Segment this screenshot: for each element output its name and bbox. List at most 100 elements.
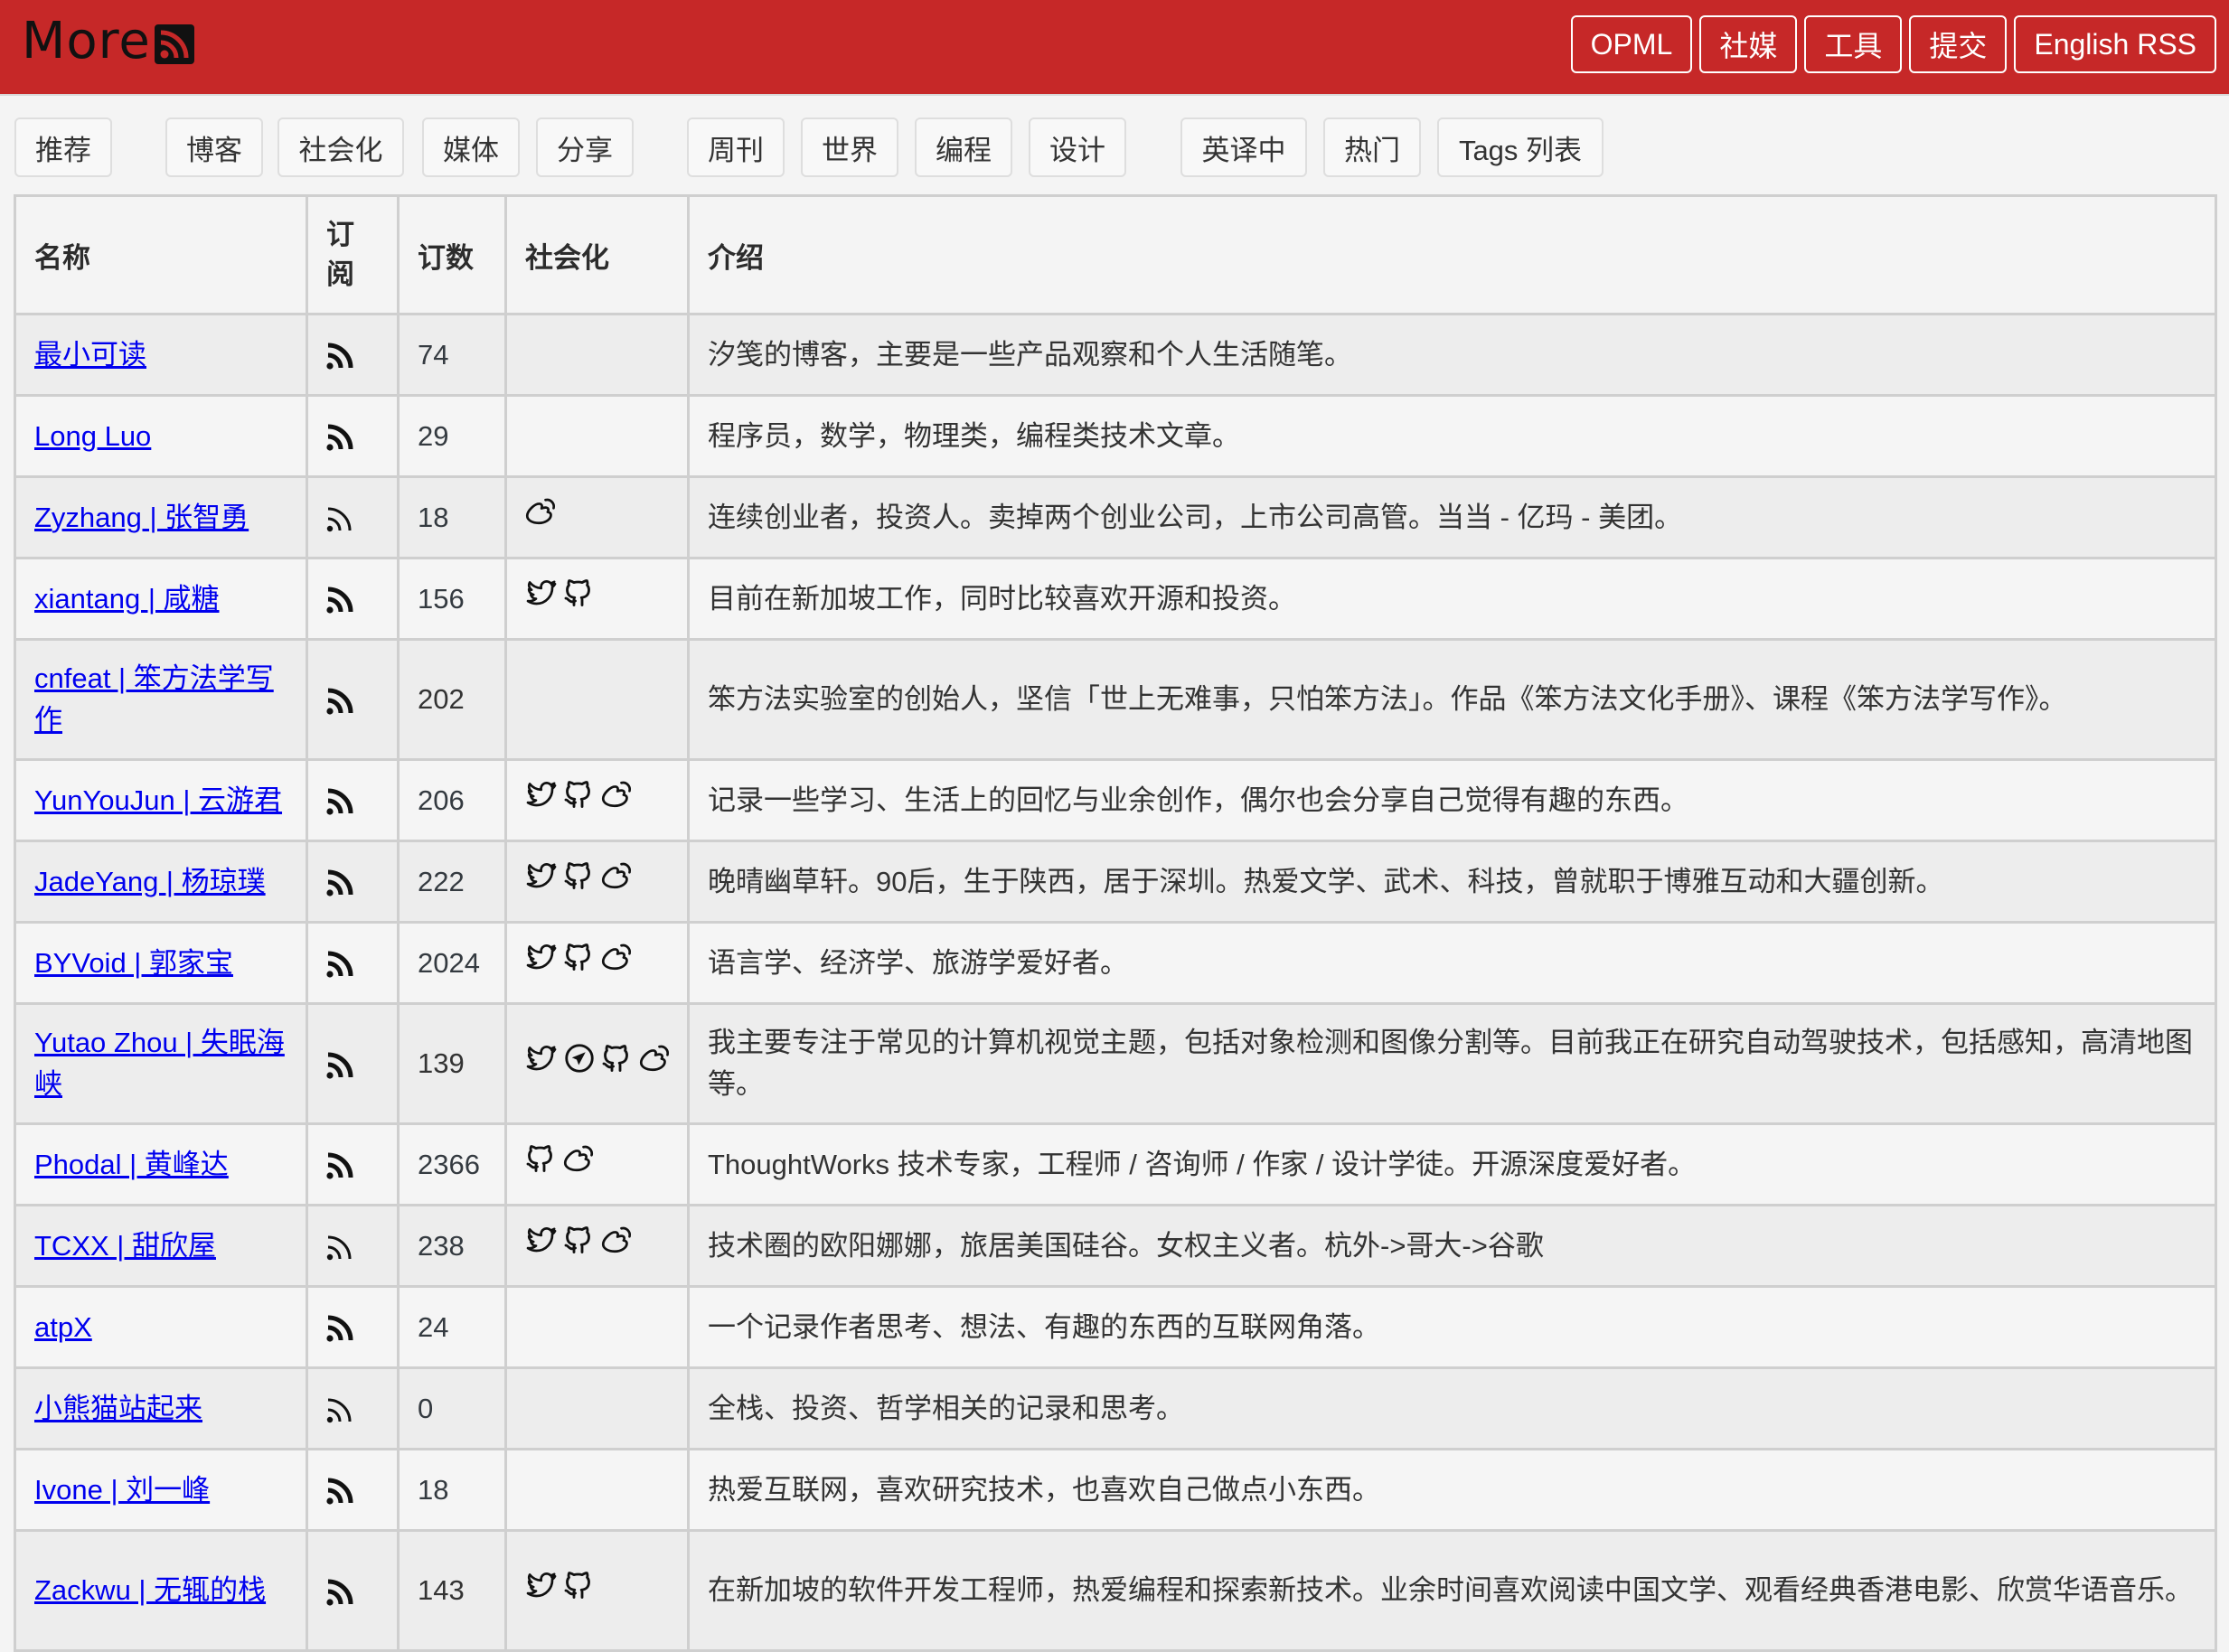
github-icon[interactable] (601, 1042, 634, 1086)
weibo-icon[interactable] (601, 941, 634, 985)
tab-tags-list[interactable]: Tags 列表 (1437, 117, 1604, 177)
weibo-icon[interactable] (525, 495, 558, 540)
cell-intro: 技术圈的欧阳娜娜，旅居美国硅谷。女权主义者。杭外->哥大->谷歌 (687, 1204, 2217, 1288)
cell-intro: ThoughtWorks 技术专家，工程师 / 咨询师 / 作家 / 设计学徒。… (687, 1122, 2217, 1206)
rss-icon[interactable] (326, 1393, 355, 1424)
column-header-name[interactable]: 名称 (14, 194, 308, 315)
table-row: JadeYang | 杨琼璞 222 晚晴幽草轩。90后，生于陕西，居于深圳。热爱文… (14, 840, 2217, 924)
category-tabs: 推荐 博客 社会化 媒体 分享 周刊 世界 编程 设计 英译中 热门 Tags … (14, 117, 2215, 179)
twitter-icon[interactable] (525, 1042, 558, 1086)
github-icon[interactable] (563, 859, 596, 904)
tab-recommended[interactable]: 推荐 (14, 117, 112, 177)
rss-icon[interactable] (326, 784, 355, 816)
cell-subscribe (306, 840, 400, 924)
feed-name-link[interactable]: Zyzhang | 张智勇 (34, 502, 249, 533)
table-row: atpX 24 一个记录作者思考、想法、有趣的东西的互联网角落。 (14, 1285, 2217, 1369)
nav-tools-button[interactable]: 工具 (1804, 15, 1903, 73)
feed-name-link[interactable]: JadeYang | 杨琼璞 (34, 866, 266, 897)
nav-opml-button[interactable]: OPML (1570, 15, 1693, 73)
social-links (525, 1571, 669, 1609)
rss-icon[interactable] (326, 583, 355, 615)
cell-count: 238 (397, 1204, 507, 1288)
github-icon[interactable] (563, 1224, 596, 1268)
rss-icon[interactable] (326, 1574, 355, 1606)
cell-name: Yutao Zhou | 失眠海峡 (14, 1002, 308, 1125)
table-row: 小熊猫站起来 0 全栈、投资、哲学相关的记录和思考。 (14, 1366, 2217, 1450)
twitter-icon[interactable] (525, 941, 558, 985)
tab-media[interactable]: 媒体 (422, 117, 520, 177)
cell-name: xiantang | 咸糖 (14, 557, 308, 641)
rss-icon[interactable] (326, 683, 355, 715)
weibo-icon[interactable] (601, 859, 634, 904)
tab-hot[interactable]: 热门 (1323, 117, 1421, 177)
tab-share[interactable]: 分享 (536, 117, 634, 177)
cell-count: 206 (397, 758, 507, 842)
twitter-icon[interactable] (525, 859, 558, 904)
feed-name-link[interactable]: Yutao Zhou | 失眠海峡 (34, 1027, 285, 1100)
weibo-icon[interactable] (601, 778, 634, 822)
feed-name-link[interactable]: xiantang | 咸糖 (34, 583, 219, 615)
weibo-icon[interactable] (563, 1142, 596, 1187)
table-header-row: 名称 订阅 订数 社会化 介绍 (14, 194, 2217, 315)
column-header-count[interactable]: 订数 (397, 194, 507, 315)
weibo-icon[interactable] (639, 1042, 672, 1086)
table-row: TCXX | 甜欣屋 238 技术圈的欧阳娜娜，旅居美国硅谷。女权主义者。杭外->哥… (14, 1204, 2217, 1288)
twitter-icon[interactable] (525, 1569, 558, 1613)
feed-name-link[interactable]: 最小可读 (34, 339, 146, 371)
rss-icon[interactable] (326, 420, 355, 452)
cell-subscribe (306, 1002, 400, 1125)
feed-name-link[interactable]: TCXX | 甜欣屋 (34, 1230, 216, 1262)
github-icon[interactable] (563, 778, 596, 822)
feed-name-link[interactable]: atpX (34, 1311, 92, 1343)
table-row: Zackwu | 无辄的栈 143 在新加坡的软件开发工程师，热爱编程和探索新技术。… (14, 1529, 2217, 1652)
social-links (525, 943, 669, 981)
table-row: Ivone | 刘一峰 18 热爱互联网，喜欢研究技术，也喜欢自己做点小东西。 (14, 1448, 2217, 1532)
tab-blog[interactable]: 博客 (165, 117, 263, 177)
tab-weekly[interactable]: 周刊 (687, 117, 785, 177)
cell-count: 18 (397, 1448, 507, 1532)
tab-social[interactable]: 社会化 (277, 117, 404, 177)
table-row: BYVoid | 郭家宝 2024 语言学、经济学、旅游学爱好者。 (14, 921, 2217, 1005)
feed-name-link[interactable]: YunYouJun | 云游君 (34, 784, 282, 816)
feed-name-link[interactable]: Ivone | 刘一峰 (34, 1474, 210, 1506)
twitter-icon[interactable] (525, 577, 558, 621)
tab-translation[interactable]: 英译中 (1180, 117, 1307, 177)
nav-english-rss-button[interactable]: English RSS (2014, 15, 2216, 73)
social-links (525, 1472, 669, 1508)
rss-icon[interactable] (326, 1230, 355, 1262)
cell-subscribe (306, 557, 400, 641)
social-links (525, 1145, 669, 1183)
rss-icon[interactable] (326, 947, 355, 979)
logo[interactable]: More (22, 16, 194, 67)
nav-social-media-button[interactable]: 社媒 (1699, 15, 1798, 73)
rss-icon[interactable] (326, 866, 355, 897)
tab-world[interactable]: 世界 (801, 117, 898, 177)
rss-icon[interactable] (326, 502, 355, 533)
column-header-intro[interactable]: 介绍 (687, 194, 2217, 315)
github-icon[interactable] (563, 941, 596, 985)
nav-submit-button[interactable]: 提交 (1909, 15, 2008, 73)
feed-name-link[interactable]: Zackwu | 无辄的栈 (34, 1574, 266, 1606)
rss-icon[interactable] (326, 1474, 355, 1506)
rss-icon[interactable] (326, 339, 355, 371)
tab-design[interactable]: 设计 (1029, 117, 1126, 177)
rss-icon[interactable] (326, 1047, 355, 1079)
github-icon[interactable] (563, 1569, 596, 1613)
feed-name-link[interactable]: cnfeat | 笨方法学写作 (34, 662, 274, 736)
column-header-subscribe-line2: 阅 (326, 258, 354, 290)
feed-name-link[interactable]: Phodal | 黄峰达 (34, 1149, 229, 1180)
column-header-social[interactable]: 社会化 (504, 194, 690, 315)
github-icon[interactable] (525, 1142, 558, 1187)
weibo-icon[interactable] (601, 1224, 634, 1268)
feed-name-link[interactable]: 小熊猫站起来 (34, 1393, 202, 1424)
rss-icon[interactable] (326, 1311, 355, 1343)
twitter-icon[interactable] (525, 778, 558, 822)
github-icon[interactable] (563, 577, 596, 621)
feed-name-link[interactable]: BYVoid | 郭家宝 (34, 947, 233, 979)
twitter-icon[interactable] (525, 1224, 558, 1268)
tab-programming[interactable]: 编程 (915, 117, 1012, 177)
feed-name-link[interactable]: Long Luo (34, 420, 151, 452)
rss-icon[interactable] (326, 1149, 355, 1180)
column-header-subscribe[interactable]: 订阅 (306, 194, 400, 315)
telegram-icon[interactable] (563, 1042, 596, 1086)
